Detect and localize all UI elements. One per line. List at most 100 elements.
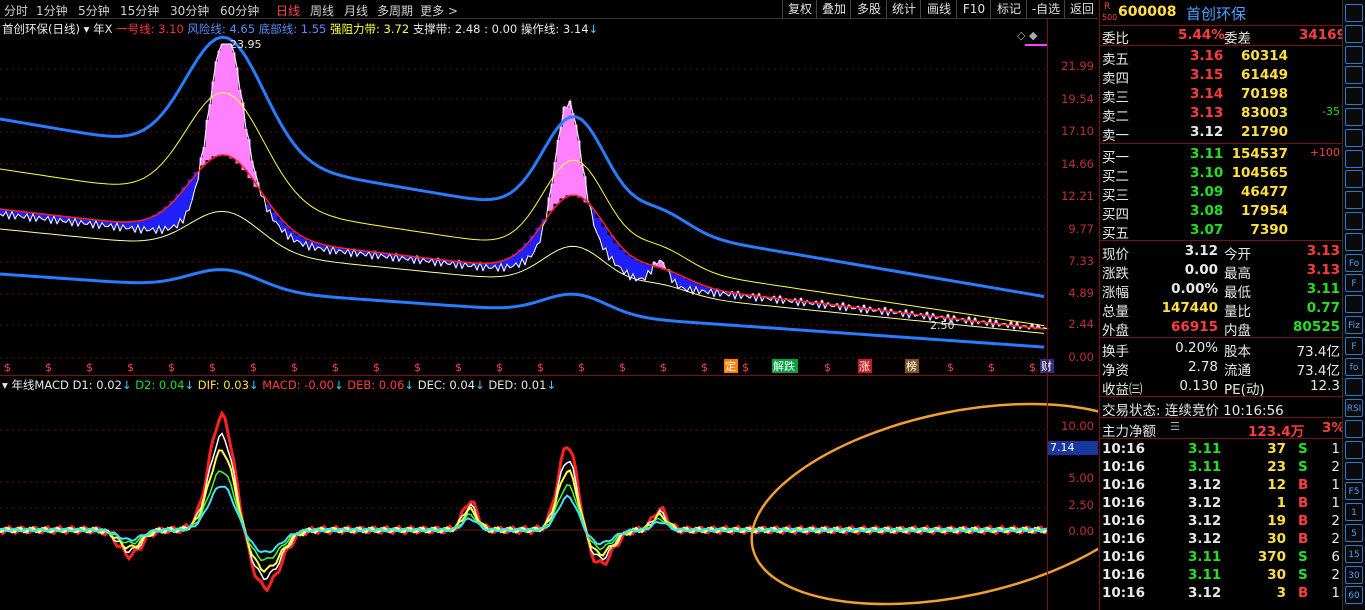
up-arrow-icon[interactable] (1345, 4, 1363, 22)
bid-row[interactable]: 买五 3.07 7390 (1100, 221, 1342, 242)
fin-row: 净资 2.78 流通 73.4亿 (1100, 358, 1342, 379)
money-icon[interactable] (1345, 191, 1363, 210)
quote-panel: R 500 600008 首创环保 委比 5.44% 委差 34169 卖五 3.… (1099, 0, 1346, 610)
main-price-chart[interactable]: 首创环保(日线) ▾ 年X 一号线: 3.10 风险线: 4.65 底部线: 1… (0, 19, 1098, 375)
divider (1100, 143, 1342, 144)
fo2-icon[interactable]: fo (1345, 357, 1363, 376)
stat-label: 外盘 (1102, 323, 1129, 339)
person-icon[interactable] (1345, 170, 1363, 189)
stock-header: R 500 600008 首创环保 (1100, 2, 1342, 24)
down-arrow-icon[interactable] (1345, 45, 1363, 64)
ask-price: 3.13 (1190, 105, 1224, 121)
resistance-line (0, 92, 1045, 327)
ask-row[interactable]: 卖四 3.15 61449 (1100, 66, 1342, 87)
period-30min[interactable]: 30分钟 (170, 2, 209, 19)
period-weekly[interactable]: 周线 (310, 2, 334, 19)
list-icon[interactable] (1345, 87, 1363, 106)
remove-favorite-button[interactable]: -自选 (1026, 0, 1065, 18)
grid2-icon[interactable] (1345, 461, 1363, 480)
rsi-icon[interactable]: RSI (1345, 399, 1363, 418)
ask-row[interactable]: 卖一 3.12 21790 (1100, 123, 1342, 144)
settings-icon[interactable] (1345, 295, 1363, 314)
signal-marker: $ (701, 361, 708, 374)
period-1min[interactable]: 1分钟 (36, 2, 68, 19)
axis-tick-label: 2.50 (1068, 498, 1094, 512)
tick-row: 10:16 3.11 30 S 2 (1100, 566, 1342, 585)
net-flow-row[interactable]: 主力净额 ☰ 123.4万 3% (1100, 419, 1345, 440)
list-icon[interactable]: ☰ (1170, 420, 1180, 433)
weibi-label: 委比 (1102, 31, 1129, 47)
move-icon[interactable] (1345, 440, 1363, 459)
candle-icon[interactable] (1345, 212, 1363, 230)
price-line (0, 43, 1048, 331)
divider (1100, 438, 1342, 439)
period-5min[interactable]: 5分钟 (78, 2, 110, 19)
period-monthly[interactable]: 月线 (344, 2, 368, 19)
table-icon[interactable] (1345, 149, 1363, 168)
net-flow-value: 123.4万 (1248, 424, 1305, 440)
diamond-icon[interactable]: ◇ (1017, 29, 1025, 42)
draw-button[interactable]: 画线 (920, 0, 957, 18)
period-60min[interactable]: 60分钟 (220, 2, 259, 19)
num60-icon[interactable]: 60 (1345, 586, 1363, 605)
ask-row[interactable]: 卖二 3.13 83003 -35 (1100, 104, 1342, 125)
fo-icon[interactable]: Fo (1345, 253, 1363, 272)
period-multi[interactable]: 多周期 (377, 2, 413, 19)
bid-row[interactable]: 买四 3.08 17954 (1100, 202, 1342, 223)
stat-value: 0.77 (1306, 300, 1340, 316)
period-intraday[interactable]: 分时 (4, 2, 28, 19)
f-icon[interactable]: F (1345, 274, 1363, 293)
double-up-icon[interactable] (1345, 24, 1363, 43)
num5-icon[interactable]: 5 (1345, 524, 1363, 542)
line-chart-icon[interactable] (1345, 108, 1363, 126)
stat-value: 80525 (1293, 319, 1340, 335)
fin-label: 收益㈢ (1102, 382, 1143, 398)
diamond-filled-icon[interactable]: ◆ (1029, 29, 1037, 42)
stats-button[interactable]: 统计 (886, 0, 921, 18)
tick-time: 10:16 (1102, 459, 1145, 475)
double-down-icon[interactable] (1345, 66, 1363, 85)
stat-row: 总量 147440 量比 0.77 (1100, 299, 1342, 320)
tick-price: 3.11 (1188, 459, 1222, 475)
bid-row[interactable]: 买二 3.10 104565 (1100, 164, 1342, 185)
bag-icon[interactable] (1345, 420, 1363, 438)
divider (1100, 396, 1342, 397)
fiz-icon[interactable]: Fiz (1345, 316, 1363, 334)
fin-label: 股本 (1224, 344, 1251, 360)
ask-row[interactable]: 卖五 3.16 60314 (1100, 47, 1342, 68)
stat-label: 涨跌 (1102, 266, 1129, 282)
bid-row[interactable]: 买一 3.11 154537 +100 (1100, 145, 1342, 166)
tick-row: 10:16 3.11 37 S 1 (1100, 440, 1342, 459)
signal-marker: $ (660, 361, 667, 374)
f-chart-icon[interactable]: F (1345, 336, 1363, 355)
period-more[interactable]: 更多 > (420, 2, 458, 19)
bar-chart-icon[interactable] (1345, 128, 1363, 147)
kline-icon[interactable] (1345, 378, 1363, 397)
num30-icon[interactable]: 30 (1345, 565, 1363, 584)
overlay-button[interactable]: 叠加 (816, 0, 851, 18)
num1-icon[interactable]: 1 (1345, 503, 1363, 522)
signal-marker: $ (742, 361, 749, 374)
f10-button[interactable]: F10 (956, 0, 991, 18)
ask-change: -35 (1322, 105, 1340, 118)
back-button[interactable]: 返回 (1064, 0, 1099, 18)
adjust-button[interactable]: 复权 (782, 0, 817, 18)
period-daily[interactable]: 日线 (276, 2, 300, 19)
f5-icon[interactable]: F5 (1345, 482, 1363, 501)
stat-label: 内盘 (1224, 323, 1251, 339)
mark-button[interactable]: 标记 (990, 0, 1027, 18)
num15-icon[interactable]: 15 (1345, 544, 1363, 563)
tick-volume: 12 (1267, 477, 1286, 493)
signal-marker: $ (127, 361, 134, 374)
axis-tick-label: 2.44 (1068, 317, 1094, 331)
annotation-circle (750, 402, 1098, 606)
ask-row[interactable]: 卖三 3.14 70198 (1100, 85, 1342, 106)
bid-row[interactable]: 买三 3.09 46477 (1100, 183, 1342, 204)
grid-icon[interactable] (1345, 232, 1363, 251)
bid-price: 3.08 (1190, 203, 1224, 219)
axis-tick-label: 9.77 (1068, 222, 1094, 236)
period-15min[interactable]: 15分钟 (120, 2, 159, 19)
multi-stock-button[interactable]: 多股 (850, 0, 887, 18)
tick-time: 10:16 (1102, 495, 1145, 511)
macd-chart[interactable]: ▾ 年线MACD D1: 0.02↓ D2: 0.04↓ DIF: 0.03↓ … (0, 376, 1098, 610)
